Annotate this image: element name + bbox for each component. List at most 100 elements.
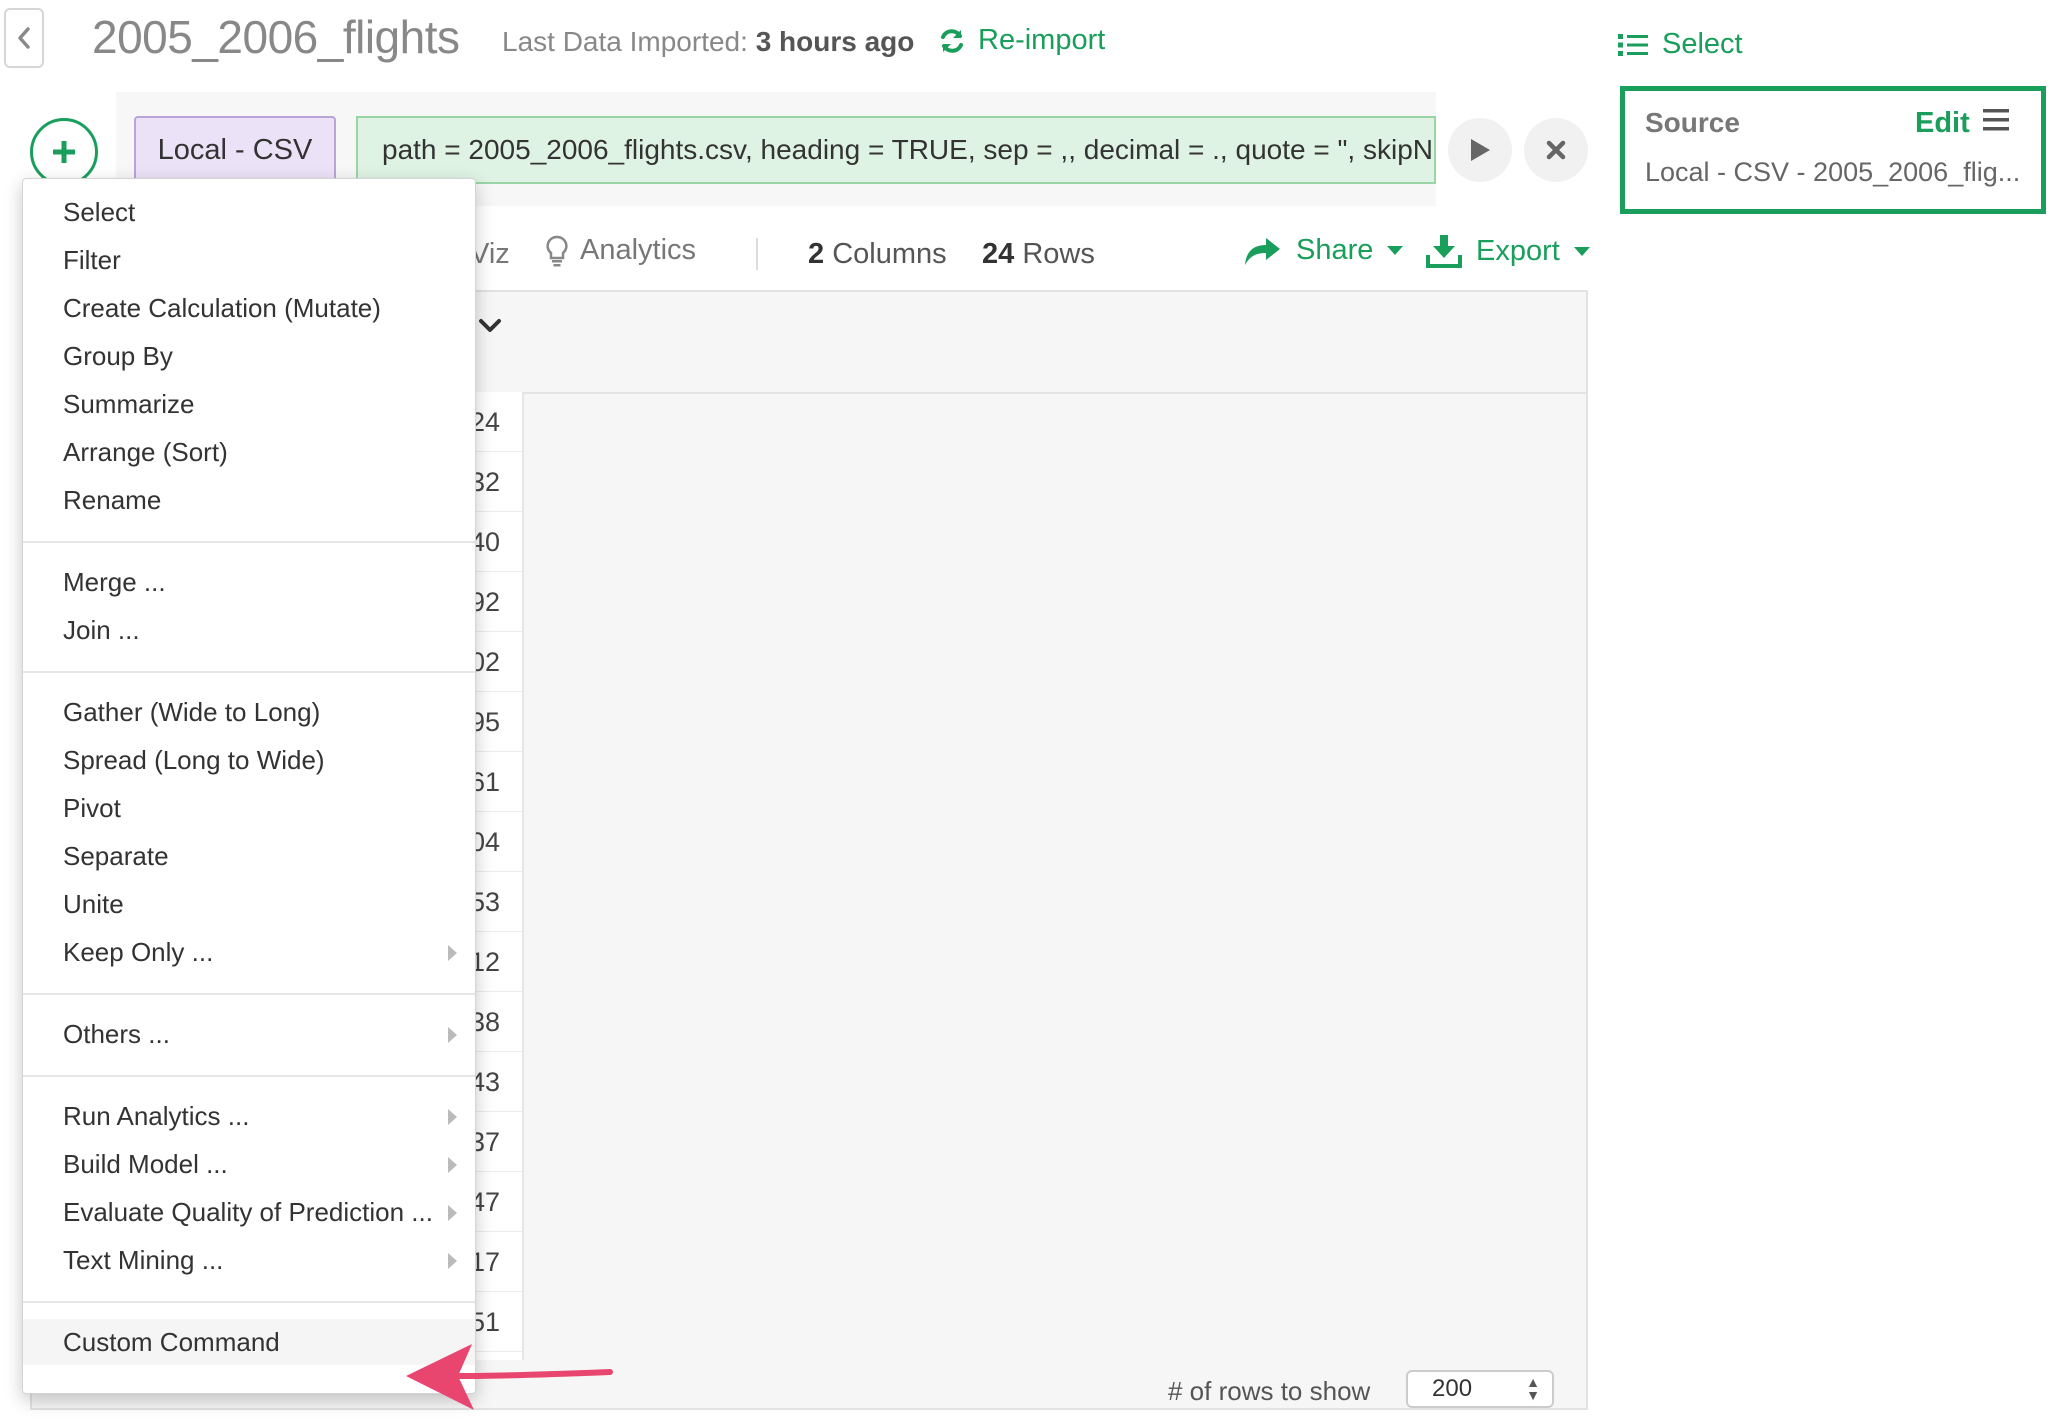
menu-item[interactable]: Run Analytics ... [23, 1093, 475, 1139]
menu-item[interactable]: Others ... [23, 1011, 475, 1057]
menu-divider [23, 993, 475, 995]
rows-to-show-label: # of rows to show [1168, 1376, 1371, 1406]
rows-to-show-value: 200 [1432, 1375, 1473, 1402]
menu-item[interactable]: Spread (Long to Wide) [23, 737, 475, 783]
select-step-link[interactable]: Select [1618, 28, 1743, 61]
cancel-button[interactable] [1524, 118, 1588, 182]
download-icon [1426, 235, 1462, 268]
command-input[interactable]: path = 2005_2006_flights.csv, heading = … [356, 116, 1436, 184]
column-menu-chevron-icon[interactable] [478, 318, 502, 339]
refresh-icon [941, 28, 963, 53]
menu-item[interactable]: Separate [23, 833, 475, 879]
menu-item[interactable]: Create Calculation (Mutate) [23, 285, 475, 331]
menu-item-label: Create Calculation (Mutate) [63, 293, 381, 323]
submenu-arrow-icon [448, 1253, 457, 1269]
annotation-arrow-icon [400, 1336, 620, 1421]
menu-divider [23, 1301, 475, 1303]
menu-divider [23, 541, 475, 543]
chevron-left-icon [18, 27, 30, 49]
share-label: Share [1296, 234, 1374, 266]
menu-item-label: Separate [63, 841, 169, 871]
menu-item-label: Evaluate Quality of Prediction ... [63, 1197, 433, 1227]
menu-item[interactable]: Filter [23, 237, 475, 283]
menu-item-label: Merge ... [63, 567, 166, 597]
page-title: 2005_2006_flights [92, 11, 460, 63]
submenu-arrow-icon [448, 1109, 457, 1125]
menu-item-label: Pivot [63, 793, 121, 823]
menu-item[interactable]: Gather (Wide to Long) [23, 689, 475, 735]
share-button[interactable]: Share [1242, 234, 1404, 267]
edit-source-button[interactable]: Edit [1915, 107, 1970, 140]
close-icon [1546, 140, 1566, 160]
menu-item-label: Run Analytics ... [63, 1101, 250, 1131]
run-button[interactable] [1448, 118, 1512, 182]
menu-item-label: Unite [63, 889, 124, 919]
menu-item[interactable]: Arrange (Sort) [23, 429, 475, 475]
plus-icon [53, 141, 75, 163]
menu-item-label: Rename [63, 485, 162, 515]
menu-item[interactable]: Keep Only ... [23, 929, 475, 975]
menu-item[interactable]: Rename [23, 477, 475, 523]
reimport-label: Re-import [978, 24, 1106, 56]
hamburger-menu-icon[interactable] [1983, 109, 2009, 136]
list-icon [1618, 33, 1648, 56]
step-type-badge[interactable]: Local - CSV [134, 116, 336, 184]
row-count-value: 24 [982, 238, 1015, 270]
menu-item-label: Select [63, 197, 136, 227]
menu-item-label: Summarize [63, 389, 195, 419]
menu-item[interactable]: Group By [23, 333, 475, 379]
last-imported-status: Last Data Imported: 3 hours ago [502, 26, 914, 58]
select-step-label: Select [1662, 28, 1743, 60]
menu-item-label: Build Model ... [63, 1149, 228, 1179]
source-label: Source [1645, 107, 1740, 138]
play-icon [1471, 139, 1490, 161]
menu-item-label: Keep Only ... [63, 937, 214, 967]
back-button[interactable] [4, 8, 44, 68]
reimport-button[interactable]: Re-import [938, 24, 1105, 57]
menu-item-label: Join ... [63, 615, 140, 645]
menu-item-label: Group By [63, 341, 173, 371]
menu-item-label: Others ... [63, 1019, 170, 1049]
export-label: Export [1476, 234, 1560, 267]
menu-item-label: Arrange (Sort) [63, 437, 228, 467]
share-caret-icon [1387, 246, 1404, 255]
source-description: Local - CSV - 2005_2006_flig... [1645, 157, 2021, 187]
tab-analytics[interactable]: Analytics [546, 234, 696, 267]
menu-item[interactable]: Summarize [23, 381, 475, 427]
menu-item-label: Filter [63, 245, 121, 275]
menu-item-label: Spread (Long to Wide) [63, 745, 325, 775]
submenu-arrow-icon [448, 1027, 457, 1043]
export-caret-icon [1573, 246, 1590, 256]
menu-divider [23, 671, 475, 673]
menu-item-label: Text Mining ... [63, 1245, 224, 1275]
column-count-label: Columns [832, 238, 947, 270]
menu-item[interactable]: Evaluate Quality of Prediction ... [23, 1189, 475, 1235]
menu-item[interactable]: Select [23, 189, 475, 235]
lightbulb-icon [546, 235, 568, 266]
last-imported-value: 3 hours ago [755, 26, 915, 57]
menu-divider [23, 1075, 475, 1077]
share-icon [1245, 237, 1280, 265]
menu-item-label: Custom Command [63, 1327, 280, 1357]
row-count: 24 Rows [982, 238, 1095, 271]
menu-item[interactable]: Merge ... [23, 559, 475, 605]
source-step-card[interactable]: Source Edit Local - CSV - 2005_2006_flig… [1620, 86, 2046, 214]
submenu-arrow-icon [448, 1157, 457, 1173]
export-button[interactable]: Export [1426, 234, 1590, 268]
add-step-menu: Select Filter Create Calculation (Mutate) G… [22, 178, 476, 1394]
menu-item[interactable]: Pivot [23, 785, 475, 831]
menu-item[interactable]: Build Model ... [23, 1141, 475, 1187]
menu-item[interactable]: Join ... [23, 607, 475, 653]
column-count: 2 Columns [808, 238, 947, 271]
menu-item-label: Gather (Wide to Long) [63, 697, 321, 727]
row-count-label: Rows [1022, 238, 1095, 270]
menu-item[interactable]: Unite [23, 881, 475, 927]
submenu-arrow-icon [448, 945, 457, 961]
menu-item[interactable]: Text Mining ... [23, 1237, 475, 1283]
column-count-value: 2 [808, 238, 825, 270]
add-step-button[interactable] [30, 118, 98, 186]
stepper-arrows-icon: ▲ ▼ [1526, 1374, 1540, 1403]
analytics-label: Analytics [580, 234, 697, 266]
rows-to-show-select[interactable]: 200 ▲ ▼ [1406, 1370, 1554, 1408]
submenu-arrow-icon [448, 1205, 457, 1221]
